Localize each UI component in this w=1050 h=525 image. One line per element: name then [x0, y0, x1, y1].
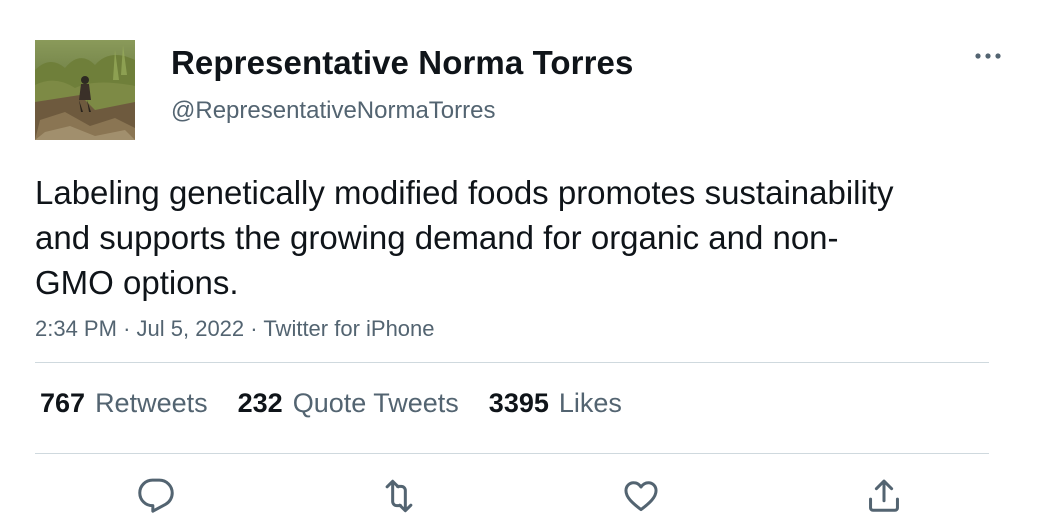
retweet-icon — [385, 479, 413, 513]
avatar[interactable] — [35, 40, 135, 140]
tweet-text: Labeling genetically modified foods prom… — [35, 174, 894, 301]
divider — [35, 362, 989, 363]
tweet-source[interactable]: Twitter for iPhone — [263, 316, 434, 341]
meta-separator: · — [250, 316, 258, 341]
share-button[interactable] — [862, 474, 906, 518]
quote-tweets-count: 232 — [237, 388, 283, 418]
retweets-stat[interactable]: 767 Retweets — [40, 388, 208, 419]
reply-icon — [138, 478, 174, 513]
author-display-name[interactable]: Representative Norma Torres — [171, 44, 633, 82]
likes-stat[interactable]: 3395 Likes — [489, 388, 622, 419]
likes-count: 3395 — [488, 388, 549, 418]
tweet-metadata: 2:34 PM · Jul 5, 2022 · Twitter for iPho… — [35, 316, 435, 342]
retweets-label: Retweets — [95, 388, 208, 418]
avatar-photo — [35, 40, 135, 140]
tweet-date[interactable]: Jul 5, 2022 — [137, 316, 245, 341]
likes-label: Likes — [558, 388, 622, 418]
quote-tweets-stat[interactable]: 232 Quote Tweets — [238, 388, 459, 419]
more-options-button[interactable] — [968, 40, 1008, 72]
more-horizontal-icon — [975, 53, 1001, 59]
reply-button[interactable] — [134, 474, 178, 518]
tweet-time[interactable]: 2:34 PM — [35, 316, 117, 341]
retweet-button[interactable] — [377, 474, 421, 518]
author-handle[interactable]: @RepresentativeNormaTorres — [171, 97, 495, 125]
tweet-stats: 767 Retweets 232 Quote Tweets 3395 Likes — [40, 388, 622, 419]
heart-icon — [624, 481, 658, 512]
divider — [35, 453, 989, 454]
retweets-count: 767 — [40, 388, 86, 418]
meta-separator: · — [123, 316, 131, 341]
like-button[interactable] — [619, 474, 663, 518]
quote-tweets-label: Quote Tweets — [292, 388, 459, 418]
share-icon — [869, 479, 899, 512]
